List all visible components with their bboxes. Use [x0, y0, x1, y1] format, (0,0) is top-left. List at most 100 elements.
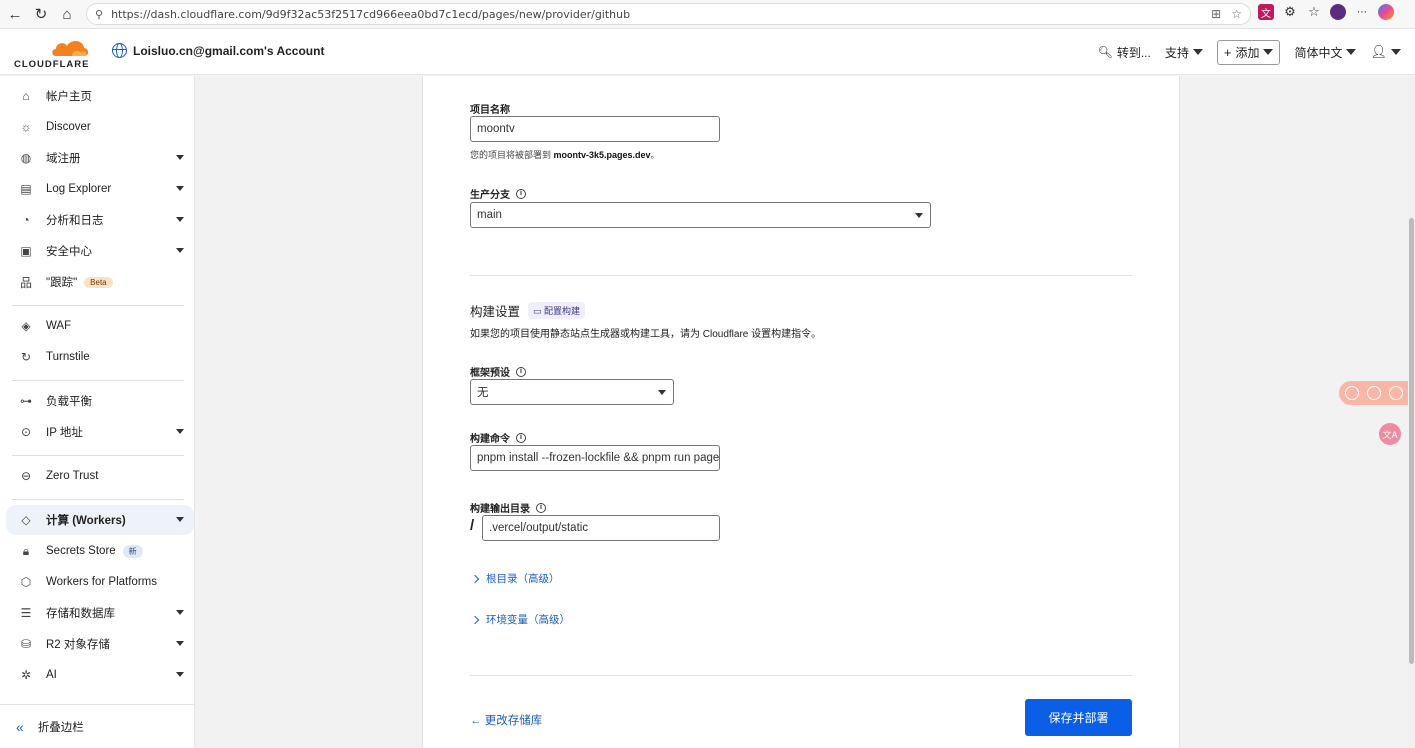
- zero-trust-icon: ⊖: [20, 469, 32, 483]
- chevron-down-icon: [1391, 49, 1401, 55]
- language-menu[interactable]: 简体中文: [1294, 44, 1357, 61]
- extensions-icon[interactable]: ⚙: [1282, 4, 1298, 20]
- profile-avatar-icon[interactable]: [1330, 4, 1346, 20]
- sidebar-item-waf[interactable]: ◈ WAF: [0, 311, 194, 341]
- production-branch-select[interactable]: main: [470, 202, 931, 228]
- lightbulb-icon: ☼: [20, 120, 32, 134]
- sidebar-item-workers-for-platforms[interactable]: ⬡ Workers for Platforms: [0, 567, 194, 597]
- chart-icon: ◔: [22, 213, 30, 227]
- build-output-dir-input[interactable]: .vercel/output/static: [482, 515, 720, 541]
- home-icon[interactable]: ⌂: [56, 3, 78, 25]
- search-icon: 🔍︎: [1097, 45, 1113, 59]
- ai-assist-icon[interactable]: [1345, 386, 1359, 400]
- sidebar-item-zero-trust[interactable]: ⊖ Zero Trust: [0, 461, 194, 491]
- project-name-input[interactable]: moontv: [470, 116, 720, 142]
- sidebar-item-log-explorer[interactable]: ▤ Log Explorer: [0, 174, 194, 204]
- chevron-down-icon: [176, 186, 184, 191]
- edit-icon[interactable]: [1367, 386, 1381, 400]
- goto-search[interactable]: 🔍︎ 转到...: [1098, 44, 1151, 61]
- turnstile-icon: ↻: [20, 350, 32, 364]
- info-icon[interactable]: i: [536, 502, 546, 513]
- logo-text: CLOUDFLARE: [14, 59, 90, 70]
- chevron-down-icon: [176, 248, 184, 253]
- chevron-right-icon: [470, 574, 480, 583]
- section-divider: [470, 675, 1132, 676]
- info-icon[interactable]: i: [516, 366, 526, 377]
- sidebar-item-analytics-logs[interactable]: ◔ 分析和日志: [0, 205, 194, 235]
- info-icon[interactable]: i: [516, 188, 526, 199]
- document-icon: ▤: [20, 182, 32, 196]
- env-vars-expander[interactable]: 环境变量（高级）: [470, 612, 570, 627]
- support-menu[interactable]: 支持: [1165, 44, 1203, 61]
- build-settings-title: 构建设置 ▭ 配置构建: [470, 301, 586, 320]
- chevron-down-icon: [176, 517, 184, 522]
- sidebar-item-ai[interactable]: ✲ AI: [0, 660, 194, 690]
- user-icon: 👤︎: [1370, 44, 1387, 59]
- chevron-down-icon: [176, 155, 184, 160]
- search-icon[interactable]: [1389, 386, 1403, 400]
- scrollbar-thumb[interactable]: [1409, 218, 1414, 664]
- shield-icon: ▣: [20, 244, 32, 258]
- project-name-label: 项目名称: [470, 105, 510, 116]
- page-scrollbar[interactable]: [1408, 76, 1415, 748]
- more-menu-icon[interactable]: ⋯: [1354, 4, 1370, 20]
- sidebar-item-storage-databases[interactable]: ☰ 存储和数据库: [0, 598, 194, 628]
- build-command-input[interactable]: pnpm install --frozen-lockfile && pnpm r…: [470, 445, 720, 471]
- sidebar-item-security-center[interactable]: ▣ 安全中心: [0, 236, 194, 266]
- url-text: https://dash.cloudflare.com/9d9f32ac53f2…: [111, 7, 631, 21]
- add-menu-button[interactable]: + 添加: [1216, 39, 1281, 65]
- chevron-down-icon: [176, 672, 184, 677]
- collapse-sidebar-button[interactable]: « 折叠边栏: [0, 704, 194, 748]
- copilot-icon[interactable]: [1378, 4, 1394, 20]
- reload-icon[interactable]: ↻: [30, 3, 52, 25]
- change-repository-link[interactable]: ← 更改存储库: [470, 712, 542, 728]
- configure-build-link[interactable]: ▭ 配置构建: [528, 302, 586, 319]
- chevron-down-icon: [176, 429, 184, 434]
- reader-icon[interactable]: ⊞: [1211, 7, 1221, 21]
- sidebar-item-tracing[interactable]: 品 "跟踪" Beta: [0, 267, 194, 297]
- site-info-icon[interactable]: ⚲: [95, 8, 103, 21]
- sidebar-item-domain-registration[interactable]: ◍ 域注册: [0, 143, 194, 173]
- sidebar: ⌂ 帐户主页 ☼ Discover ◍ 域注册 ▤ Log Explorer ◔…: [0, 76, 195, 748]
- cloudflare-header: CLOUDFLARE Loisluo.cn@gmail.com's Accoun…: [0, 29, 1415, 75]
- root-directory-expander[interactable]: 根目录（高级）: [470, 571, 560, 586]
- sidebar-item-workers[interactable]: ◇ 计算 (Workers): [6, 505, 194, 535]
- database-icon: ☰: [20, 606, 32, 620]
- browser-toolbar: ← ↻ ⌂ ⚲ https://dash.cloudflare.com/9d9f…: [0, 0, 1415, 29]
- back-arrow-icon[interactable]: ←: [4, 3, 26, 25]
- chevron-down-icon: [658, 390, 666, 395]
- tree-icon: 品: [19, 275, 32, 290]
- build-command-label: 构建命令 i: [470, 430, 526, 445]
- workers-icon: ◇: [21, 513, 31, 527]
- globe-icon: ◍: [20, 151, 32, 165]
- sidebar-item-secrets-store[interactable]: 🔒︎ Secrets Store 新: [0, 536, 194, 566]
- storage-icon: ⛁: [20, 637, 32, 651]
- user-menu[interactable]: 👤︎: [1370, 44, 1401, 60]
- sidebar-item-load-balancing[interactable]: ⊶ 负载平衡: [0, 386, 194, 416]
- home-icon: ⌂: [22, 89, 30, 103]
- new-badge: 新: [122, 544, 143, 558]
- main-content: 项目名称 moontv 您的项目将被部署到 moontv-3k5.pages.d…: [196, 76, 1408, 748]
- root-slash: /: [470, 517, 475, 534]
- account-selector[interactable]: Loisluo.cn@gmail.com's Account: [112, 43, 324, 58]
- sidebar-item-r2-storage[interactable]: ⛁ R2 对象存储: [0, 629, 194, 659]
- sidebar-item-turnstile[interactable]: ↻ Turnstile: [0, 342, 194, 372]
- chevron-down-icon: [176, 217, 184, 222]
- cloudflare-logo[interactable]: CLOUDFLARE: [14, 35, 96, 70]
- favorite-star-icon[interactable]: ☆: [1231, 7, 1242, 21]
- info-icon[interactable]: i: [516, 432, 526, 443]
- favorites-icon[interactable]: ☆: [1306, 4, 1322, 20]
- load-balance-icon: ⊶: [20, 394, 32, 408]
- floating-toolbar[interactable]: [1339, 381, 1415, 405]
- chevron-down-icon: [1346, 49, 1357, 55]
- translate-extension-icon[interactable]: 文: [1258, 4, 1274, 20]
- framework-preset-select[interactable]: 无: [470, 379, 674, 405]
- translate-float-icon[interactable]: 文A: [1379, 423, 1401, 445]
- chevron-right-icon: [470, 615, 480, 624]
- build-output-dir-label: 构建输出目录 i: [470, 500, 546, 515]
- sidebar-item-ip-addresses[interactable]: ⊙ IP 地址: [0, 417, 194, 447]
- sidebar-item-discover[interactable]: ☼ Discover: [0, 112, 194, 142]
- address-bar[interactable]: ⚲ https://dash.cloudflare.com/9d9f32ac53…: [86, 3, 1251, 25]
- sidebar-item-account-home[interactable]: ⌂ 帐户主页: [0, 81, 194, 111]
- save-and-deploy-button[interactable]: 保存并部署: [1025, 699, 1132, 736]
